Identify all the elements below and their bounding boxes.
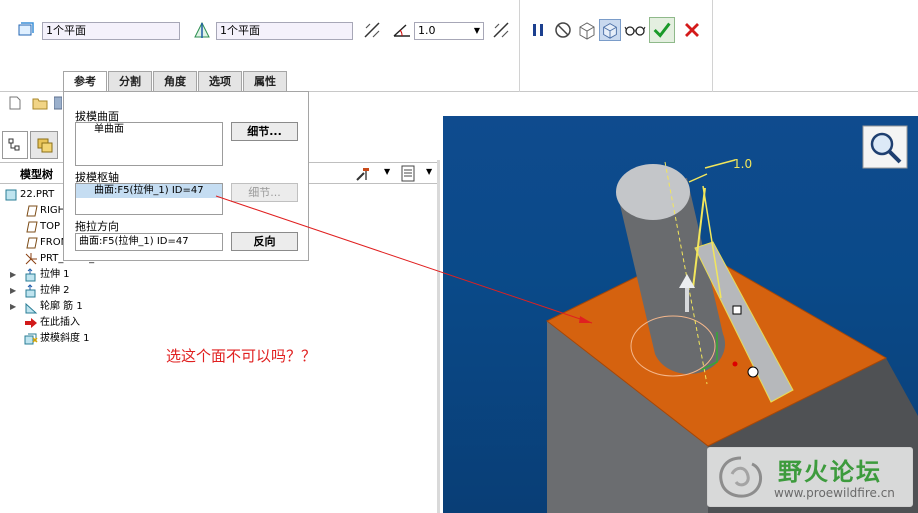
open-folder-icon[interactable] xyxy=(32,96,48,110)
tree-item-extrude-2[interactable]: ▶ 拉伸 2 xyxy=(0,283,438,299)
datum-plane-icon xyxy=(24,204,38,218)
expand-arrow-icon[interactable]: ▶ xyxy=(10,267,24,283)
part-icon xyxy=(4,188,18,202)
tree-item-label: 在此插入 xyxy=(40,317,80,328)
pull-direction-field[interactable]: 曲面:F5(拉伸_1) ID=47 xyxy=(75,233,223,251)
drag-handle-square[interactable] xyxy=(732,305,742,315)
tree-item-label: 拔模斜度 1 xyxy=(40,333,90,344)
toolbar-divider xyxy=(712,0,713,92)
references-panel: 拔模曲面 单曲面 细节... 拔模枢轴 曲面:F5(拉伸_1) ID=47 细节… xyxy=(63,91,309,261)
navigator-splitter[interactable] xyxy=(437,160,440,513)
forum-title: 野火论坛 xyxy=(778,458,882,486)
drag-handle-circle[interactable] xyxy=(747,366,759,378)
tree-item-label: 拉伸 2 xyxy=(40,285,70,296)
rib-icon xyxy=(24,300,38,314)
save-icon[interactable] xyxy=(54,96,62,110)
draft-hinge-icon xyxy=(194,21,210,38)
forum-logo-icon xyxy=(719,456,762,498)
angle-icon xyxy=(393,24,410,37)
settings-list-icon[interactable] xyxy=(400,165,416,183)
forum-url: www.proewildfire.cn xyxy=(774,486,895,500)
angle-dropdown[interactable]: 1.0 ▼ xyxy=(414,22,484,40)
nav-tab-folder[interactable] xyxy=(30,131,58,159)
datum-plane-icon xyxy=(24,220,38,234)
no-preview-icon[interactable] xyxy=(552,19,574,41)
datum-plane-icon xyxy=(24,236,38,250)
tree-item-label: 22.PRT xyxy=(20,189,55,200)
draft-surfaces-list[interactable]: 单曲面 xyxy=(75,122,223,166)
extrude-icon xyxy=(24,284,38,298)
insert-arrow-icon xyxy=(24,316,38,330)
extrude-icon xyxy=(24,268,38,282)
annotation-text: 选这个面不可以吗？？ xyxy=(166,347,317,365)
cancel-x-icon[interactable] xyxy=(681,19,703,41)
expand-arrow-icon[interactable]: ▶ xyxy=(10,299,24,315)
angle-dimension-line xyxy=(688,159,736,183)
tree-item-extrude-1[interactable]: ▶ 拉伸 1 xyxy=(0,267,438,283)
verify-mode-icon[interactable] xyxy=(599,19,621,41)
glasses-icon[interactable] xyxy=(624,19,646,41)
cylinder-top-face[interactable] xyxy=(616,164,690,220)
tree-item-rib[interactable]: ▶ 轮廓 筋 1 xyxy=(0,299,438,315)
chevron-down-icon[interactable]: ▼ xyxy=(426,167,432,176)
draft-icon xyxy=(24,332,38,346)
tree-item-insert-here[interactable]: 在此插入 xyxy=(0,315,438,331)
tree-item-label: TOP xyxy=(40,221,61,232)
list-item[interactable]: 曲面:F5(拉伸_1) ID=47 xyxy=(76,184,222,198)
tools-icon[interactable] xyxy=(354,165,372,183)
tab-angles[interactable]: 角度 xyxy=(153,71,197,92)
layers-folder-icon xyxy=(37,138,53,153)
ok-check-icon[interactable] xyxy=(649,17,675,43)
tree-icon xyxy=(8,138,20,151)
csys-icon xyxy=(24,252,38,266)
draft-surface-icon xyxy=(18,22,34,36)
list-item[interactable]: 单曲面 xyxy=(76,123,222,137)
expand-arrow-icon[interactable]: ▶ xyxy=(10,283,24,299)
forum-watermark: 野火论坛 www.proewildfire.cn xyxy=(707,447,913,507)
tab-references[interactable]: 参考 xyxy=(63,71,107,92)
angle-dimension[interactable]: 1.0 xyxy=(733,157,752,171)
angle-value: 1.0 xyxy=(418,24,436,37)
tree-item-label: 拉伸 1 xyxy=(40,269,70,280)
tab-properties[interactable]: 属性 xyxy=(243,71,287,92)
new-file-icon[interactable] xyxy=(8,96,22,110)
flip-angle-icon[interactable] xyxy=(490,19,512,41)
tab-split[interactable]: 分割 xyxy=(108,71,152,92)
toolbar-divider xyxy=(519,0,520,92)
nav-tab-model-tree[interactable] xyxy=(2,131,28,159)
flip-button[interactable]: 反向 xyxy=(231,232,298,251)
tree-item-label: 轮廓 筋 1 xyxy=(40,301,83,312)
point-marker xyxy=(732,361,738,367)
chevron-down-icon[interactable]: ▼ xyxy=(384,167,390,176)
pull-direction-label: 拖拉方向 xyxy=(75,220,119,233)
panel-tabs: 参考 分割 角度 选项 属性 xyxy=(63,71,288,92)
details-button[interactable]: 细节... xyxy=(231,122,298,141)
pause-icon[interactable] xyxy=(527,19,549,41)
draft-surfaces-collector[interactable]: 1个平面 xyxy=(42,22,180,40)
hinges-list[interactable]: 曲面:F5(拉伸_1) ID=47 xyxy=(75,183,223,215)
draft-hinge-collector[interactable]: 1个平面 xyxy=(216,22,353,40)
geometry-preview-icon[interactable] xyxy=(576,19,598,41)
details-button-2: 细节... xyxy=(231,183,298,202)
flip-direction-icon[interactable] xyxy=(361,19,383,41)
chevron-down-icon[interactable]: ▼ xyxy=(474,23,480,39)
tab-options[interactable]: 选项 xyxy=(198,71,242,92)
model-tree-title: 模型树 xyxy=(20,168,53,181)
